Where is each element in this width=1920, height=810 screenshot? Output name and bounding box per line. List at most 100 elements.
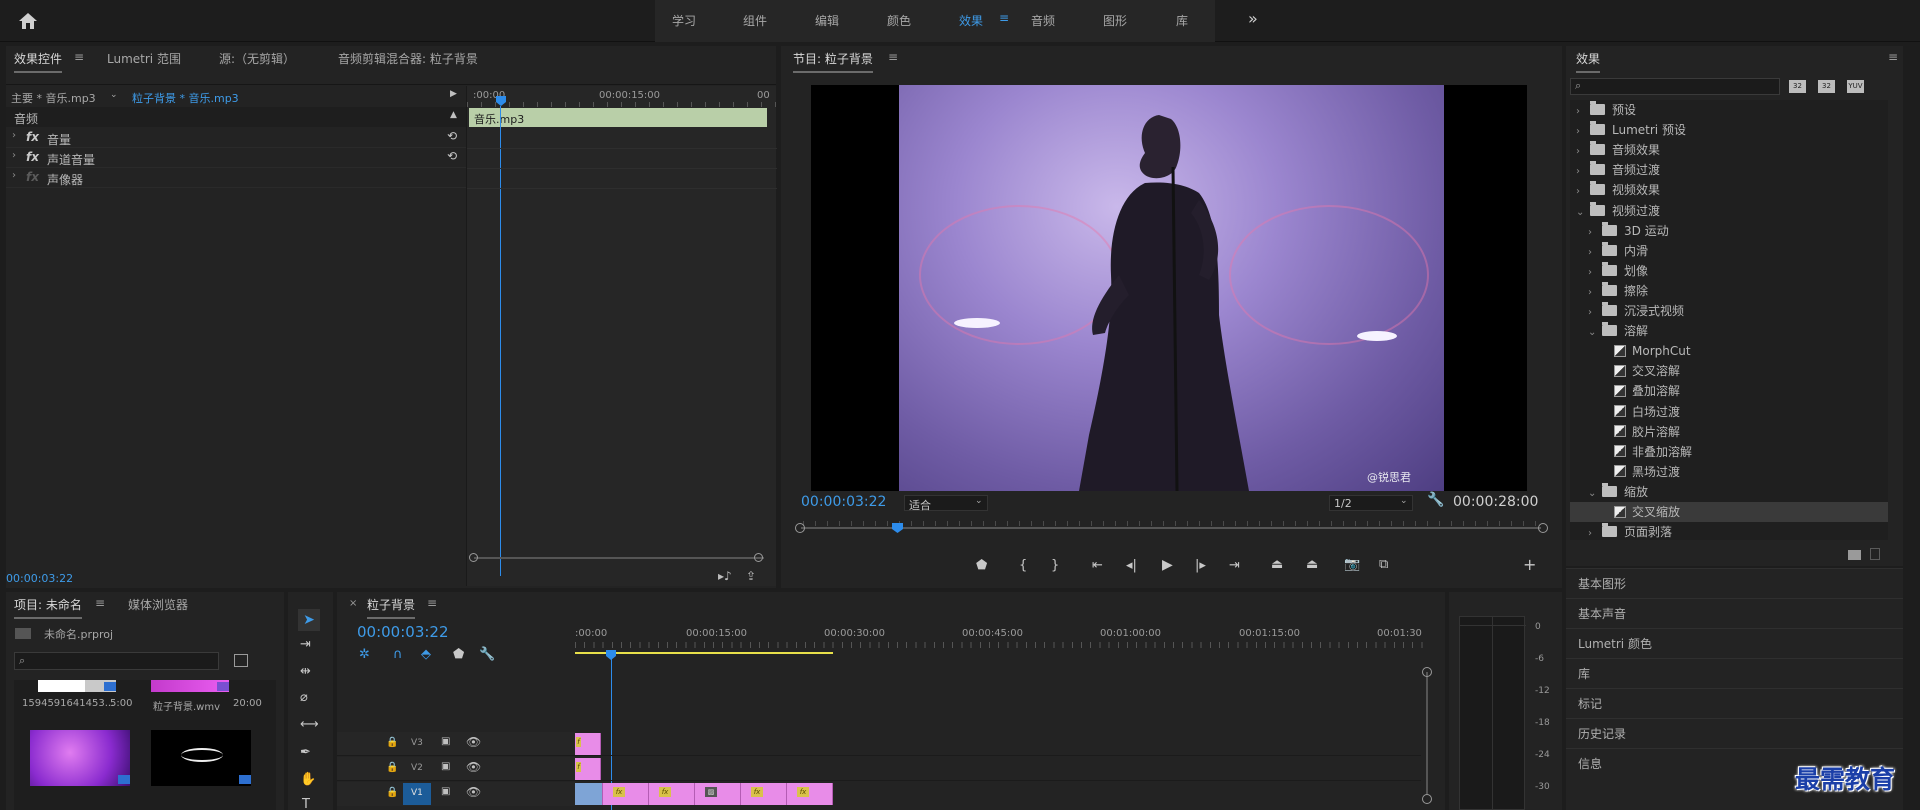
toggle-sync-icon[interactable]: ▣ <box>441 786 450 797</box>
panel-history[interactable]: 历史记录 <box>1566 718 1903 748</box>
toggle-sync-icon[interactable]: ▣ <box>441 736 450 747</box>
effects-tree-item[interactable]: ⌄ 溶解 <box>1570 321 1888 341</box>
chevron-right-icon[interactable]: › <box>12 130 16 141</box>
effects-tree-item[interactable]: 交叉缩放 <box>1570 502 1888 522</box>
project-menu-icon[interactable]: ≡ <box>95 596 105 610</box>
effects-tree-item[interactable]: ⌄ 视频过渡 <box>1570 201 1888 221</box>
chevron-right-icon[interactable]: › <box>1588 303 1598 323</box>
chevron-down-icon[interactable]: ⌄ <box>975 496 983 506</box>
export-frame-icon[interactable]: 📷 <box>1344 557 1360 572</box>
chevron-right-icon[interactable]: › <box>1588 243 1598 263</box>
effect-controls-menu-icon[interactable]: ≡ <box>74 50 84 64</box>
chevron-right-icon[interactable]: › <box>12 150 16 161</box>
thumb-purple-particles[interactable] <box>30 730 130 786</box>
scrubber-handle-right[interactable] <box>1538 523 1548 533</box>
home-icon[interactable] <box>18 12 38 30</box>
track-label[interactable]: V3 <box>411 738 423 748</box>
slip-tool-icon[interactable]: ⟷ <box>300 717 319 732</box>
eye-icon[interactable]: 👁 <box>466 760 481 774</box>
panel-lumetri-color[interactable]: Lumetri 颜色 <box>1566 628 1903 658</box>
effects-menu-icon[interactable]: ≡ <box>1888 50 1898 64</box>
effects-search-input[interactable] <box>1587 79 1777 94</box>
master-clip-label[interactable]: 主要 * 音乐.mp3 <box>11 90 96 106</box>
clip-v1-b[interactable]: fx <box>649 783 695 805</box>
chevron-right-icon[interactable]: › <box>1588 524 1598 544</box>
chevron-right-icon[interactable]: › <box>1576 142 1586 162</box>
track-label[interactable]: V2 <box>411 763 423 773</box>
property-row-panner[interactable]: › fx 声像器 <box>6 168 466 188</box>
chevron-right-icon[interactable]: › <box>12 170 16 181</box>
play-audio-icon[interactable]: ▸♪ <box>718 569 732 583</box>
program-scrubber[interactable] <box>801 527 1541 529</box>
tab-effect-controls[interactable]: 效果控件 <box>14 50 63 73</box>
effects-tree-item[interactable]: 黑场过渡 <box>1570 462 1888 482</box>
timeline-timecode[interactable]: 00:00:03:22 <box>357 623 449 641</box>
tab-sequence[interactable]: 粒子背景 <box>367 596 416 619</box>
workspace-tab-assembly[interactable]: 组件 <box>743 12 767 29</box>
go-to-in-icon[interactable]: ⇤ <box>1092 558 1103 573</box>
vscroll-handle-top[interactable] <box>1422 667 1432 677</box>
new-bin-icon[interactable] <box>1848 550 1861 560</box>
sequence-clip-label[interactable]: 粒子背景 * 音乐.mp3 <box>132 90 239 106</box>
effects-tree-item[interactable]: › Lumetri 预设 <box>1570 120 1888 140</box>
chevron-down-icon[interactable]: ⌄ <box>1576 203 1586 223</box>
project-search[interactable]: ⌕ <box>14 652 219 670</box>
chevron-right-icon[interactable]: › <box>1576 162 1586 182</box>
effects-tree-item[interactable]: › 页面剥落 <box>1570 522 1888 542</box>
chevron-right-icon[interactable]: › <box>1576 102 1586 122</box>
program-monitor-title[interactable]: 节目: 粒子背景 <box>793 50 873 73</box>
clip-v1-e[interactable]: fx <box>787 783 833 805</box>
chevron-right-icon[interactable]: › <box>1576 122 1586 142</box>
ripple-edit-tool-icon[interactable]: ⇹ <box>300 664 311 679</box>
effects-tree-item[interactable]: 白场过渡 <box>1570 402 1888 422</box>
clip-v1-c[interactable]: ▨ <box>695 783 741 805</box>
effects-tree-item[interactable]: 交叉溶解 <box>1570 361 1888 381</box>
play-icon[interactable]: ▶ <box>1162 557 1173 573</box>
tab-lumetri-scopes[interactable]: Lumetri 范围 <box>107 50 181 67</box>
workspace-menu-icon[interactable]: ≡ <box>999 11 1009 25</box>
thumb-white-ornament[interactable] <box>151 730 251 786</box>
effects-tree-item[interactable]: › 视频效果 <box>1570 180 1888 200</box>
workspace-tab-editing[interactable]: 编辑 <box>815 12 839 29</box>
tab-audio-clip-mixer[interactable]: 音频剪辑混合器: 粒子背景 <box>338 50 478 67</box>
chevron-right-icon[interactable]: › <box>1588 223 1598 243</box>
export-icon[interactable]: ⇪ <box>746 569 756 583</box>
panel-markers[interactable]: 标记 <box>1566 688 1903 718</box>
comparison-view-icon[interactable]: ⧉ <box>1379 557 1388 572</box>
resolution-select[interactable]: 1/2 ⌄ <box>1329 495 1413 511</box>
more-workspaces-icon[interactable]: » <box>1248 9 1258 28</box>
effects-tree-item[interactable]: › 擦除 <box>1570 281 1888 301</box>
fx-icon[interactable]: fx <box>26 150 39 164</box>
extract-icon[interactable]: ⏏ <box>1306 557 1318 572</box>
lock-icon[interactable]: 🔒 <box>386 737 398 748</box>
hand-tool-icon[interactable]: ✋ <box>300 772 316 787</box>
add-button-icon[interactable]: + <box>1523 555 1536 574</box>
mark-in-icon[interactable]: { <box>1019 558 1027 573</box>
effects-panel-title[interactable]: 效果 <box>1576 50 1601 73</box>
clip-v2[interactable]: f <box>575 758 601 780</box>
effects-tree-item[interactable]: 胶片溶解 <box>1570 422 1888 442</box>
fx-icon[interactable]: fx <box>26 130 39 144</box>
fit-select[interactable]: 适合 ⌄ <box>904 495 988 512</box>
audio-clip-bar[interactable]: 音乐.mp3 <box>469 108 767 127</box>
effects-tree-item[interactable]: 非叠加溶解 <box>1570 442 1888 462</box>
workspace-tab-graphics[interactable]: 图形 <box>1103 12 1127 29</box>
chevron-down-icon[interactable]: ⌄ <box>110 90 118 100</box>
panel-essential-sound[interactable]: 基本声音 <box>1566 598 1903 628</box>
lock-icon[interactable]: 🔒 <box>386 787 398 798</box>
step-forward-icon[interactable]: |▸ <box>1195 558 1206 573</box>
clip-v1-a[interactable]: fx <box>603 783 649 805</box>
add-marker-icon[interactable]: ⬟ <box>976 558 987 573</box>
close-tab-icon[interactable]: × <box>349 598 357 609</box>
clip-v1-start[interactable] <box>575 783 603 805</box>
accelerated-effects-icon[interactable]: 32 <box>1789 80 1806 93</box>
play-clip-icon[interactable]: ▶ <box>450 89 457 99</box>
effects-search[interactable]: ⌕ <box>1570 78 1780 95</box>
timeline-vscroll[interactable] <box>1426 672 1428 794</box>
property-row-volume[interactable]: › fx 音量 ⟲ <box>6 128 466 148</box>
panel-libraries[interactable]: 库 <box>1566 658 1903 688</box>
chevron-right-icon[interactable]: › <box>1588 283 1598 303</box>
collapse-icon[interactable]: ▲ <box>450 110 457 120</box>
vscroll-handle-bottom[interactable] <box>1422 794 1432 804</box>
pen-tool-icon[interactable]: ✒ <box>300 745 311 760</box>
